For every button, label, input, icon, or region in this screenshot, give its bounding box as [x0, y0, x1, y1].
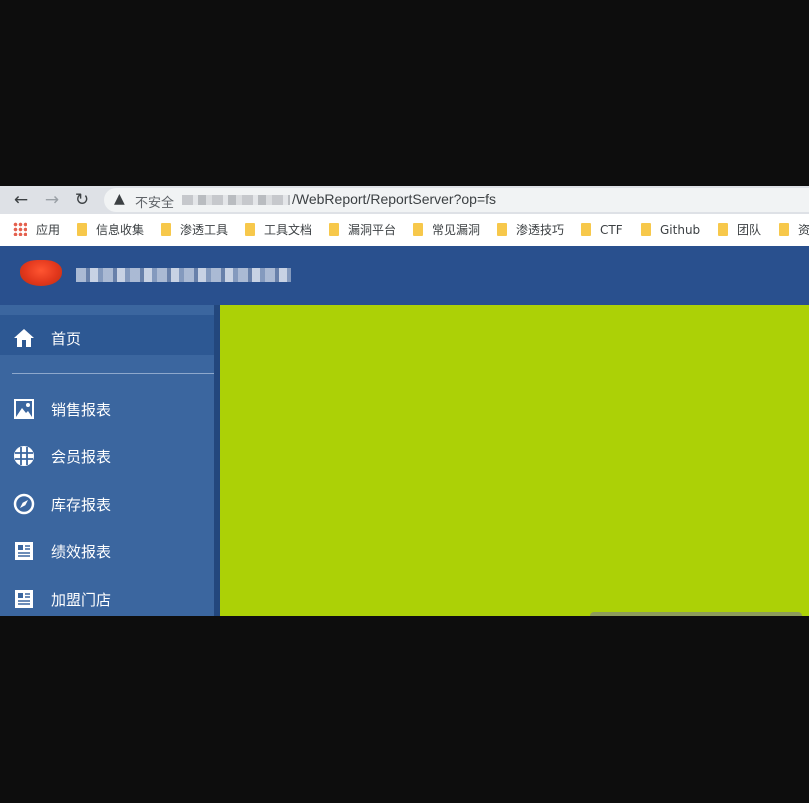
bookmark-folder[interactable]: 信息收集 — [77, 221, 144, 239]
bookmarks-bar: 应用 信息收集 渗透工具 工具文档 漏洞平台 常见漏洞 渗透技巧 CTF Git… — [0, 214, 809, 247]
sidebar-item-member-report[interactable]: 会员报表 — [0, 436, 214, 476]
app-logo[interactable] — [20, 260, 62, 286]
bookmark-folder[interactable]: CTF — [581, 221, 623, 239]
apps-grid-icon[interactable] — [13, 222, 27, 236]
bookmark-folder[interactable]: 渗透工具 — [161, 221, 228, 239]
folder-icon — [413, 223, 423, 236]
bookmark-folder[interactable]: Github — [641, 221, 700, 239]
address-bar-row: ← → ↻ ▲ 不安全 /WebReport/ReportServer?op=f… — [0, 186, 809, 214]
folder-icon — [497, 223, 507, 236]
home-icon — [14, 329, 34, 347]
sidebar-item-label: 绩效报表 — [51, 543, 112, 561]
bookmark-folder[interactable]: 团队 — [718, 221, 761, 239]
main-content-area[interactable] — [220, 305, 809, 616]
folder-icon — [77, 223, 87, 236]
folder-icon — [718, 223, 728, 236]
sidebar-item-sales-report[interactable]: 销售报表 — [0, 389, 214, 429]
sidebar-item-label: 加盟门店 — [51, 591, 112, 609]
blurred-app-title — [76, 268, 291, 282]
sidebar-item-inventory-report[interactable]: 库存报表 — [0, 484, 214, 524]
sidebar-item-label: 库存报表 — [51, 496, 112, 514]
folder-icon — [641, 223, 651, 236]
bookmark-apps[interactable]: 应用 — [36, 221, 60, 239]
sidebar-item-label: 会员报表 — [51, 448, 112, 466]
sidebar-divider — [12, 373, 220, 374]
omnibox[interactable]: ▲ 不安全 /WebReport/ReportServer?op=fs — [104, 188, 809, 212]
reload-icon[interactable]: ↻ — [72, 190, 92, 210]
horizontal-scrollbar[interactable] — [590, 612, 802, 616]
url-path[interactable]: /WebReport/ReportServer?op=fs — [292, 191, 496, 207]
forward-arrow-icon[interactable]: → — [42, 190, 62, 210]
globe-icon — [14, 446, 34, 466]
sidebar: 首页 销售报表 会员报表 库存报表 绩效报表 加盟门店 — [0, 305, 220, 616]
warning-icon: ▲ — [114, 191, 125, 207]
bookmark-folder[interactable]: 资 — [779, 221, 809, 239]
image-icon — [14, 399, 34, 419]
compass-icon — [13, 493, 35, 515]
bookmark-folder[interactable]: 漏洞平台 — [329, 221, 396, 239]
folder-icon — [779, 223, 789, 236]
folder-icon — [581, 223, 591, 236]
bookmark-folder[interactable]: 渗透技巧 — [497, 221, 564, 239]
sidebar-item-franchise-store[interactable]: 加盟门店 — [0, 579, 214, 616]
blurred-host — [182, 195, 290, 205]
bookmark-folder[interactable]: 常见漏洞 — [413, 221, 480, 239]
sidebar-item-home[interactable]: 首页 — [0, 315, 214, 355]
document-icon — [15, 590, 33, 608]
sidebar-item-label: 首页 — [51, 330, 82, 348]
app-header — [0, 246, 809, 305]
folder-icon — [245, 223, 255, 236]
browser-screenshot: ← → ↻ ▲ 不安全 /WebReport/ReportServer?op=f… — [0, 186, 809, 616]
back-arrow-icon[interactable]: ← — [11, 190, 31, 210]
bookmark-folder[interactable]: 工具文档 — [245, 221, 312, 239]
security-label[interactable]: 不安全 — [135, 192, 174, 211]
folder-icon — [329, 223, 339, 236]
folder-icon — [161, 223, 171, 236]
document-icon — [15, 542, 33, 560]
sidebar-item-performance-report[interactable]: 绩效报表 — [0, 531, 214, 571]
sidebar-item-label: 销售报表 — [51, 401, 112, 419]
